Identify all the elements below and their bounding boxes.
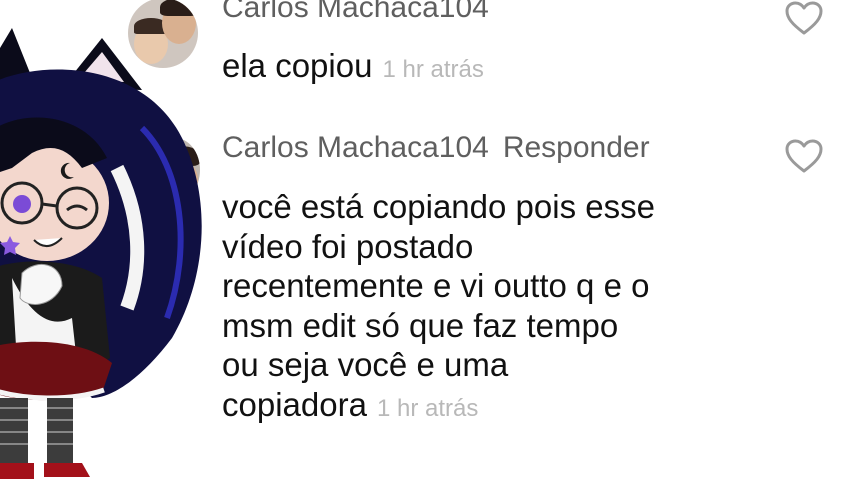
character-sticker: [0, 28, 202, 479]
comment-timestamp: 1 hr atrás: [376, 394, 479, 422]
reply-button[interactable]: Responder: [503, 131, 650, 164]
comment-line: vídeo foi postado: [222, 227, 474, 265]
comment-text: você está copiando pois esse vídeo foi p…: [222, 187, 655, 428]
comment-line: você está copiando pois esse: [222, 188, 655, 225]
comment-line: msm edit só que faz tempo: [222, 306, 619, 344]
comment-line: copiadora: [222, 385, 367, 423]
comment-line: recentemente e vi outto q e o: [222, 267, 650, 304]
heart-outline-icon[interactable]: [784, 0, 824, 36]
comment-body: ela copiou: [222, 47, 373, 84]
comment-line-last: copiadora 1 hr atrás: [222, 385, 655, 429]
comment-line: ou seja você e uma: [222, 346, 509, 383]
comment-timestamp: 1 hr atrás: [382, 56, 484, 83]
comment-username-row: Carlos Machaca104 Responder: [222, 130, 650, 166]
comment-text: ela copiou 1 hr atrás: [222, 46, 484, 90]
comment-username[interactable]: Carlos Machaca104: [222, 0, 489, 26]
comment-username[interactable]: Carlos Machaca104: [222, 131, 489, 164]
heart-outline-icon[interactable]: [784, 138, 824, 174]
